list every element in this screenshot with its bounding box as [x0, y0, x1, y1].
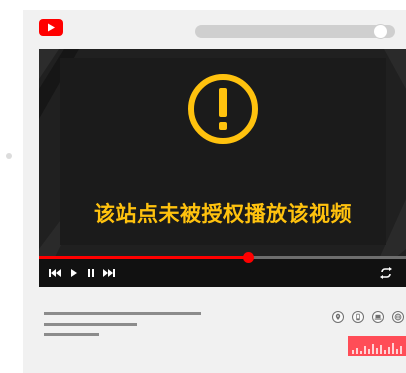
phone-icon[interactable] [352, 311, 364, 323]
globe-icon[interactable] [392, 311, 404, 323]
laptop-icon[interactable] [372, 311, 384, 323]
progress-fill [39, 256, 249, 259]
skip-back-icon[interactable] [48, 267, 62, 279]
search-bar[interactable] [195, 25, 395, 38]
play-icon[interactable] [69, 267, 79, 279]
description-line [44, 333, 99, 336]
search-button[interactable] [374, 25, 387, 38]
play-logo-icon[interactable] [39, 19, 63, 36]
location-pin-icon[interactable] [332, 311, 344, 323]
progress-bar[interactable] [39, 256, 406, 259]
repeat-icon[interactable] [379, 267, 393, 279]
unauthorized-message: 该站点未被授权播放该视频 [94, 203, 352, 226]
equalizer-icon [352, 343, 402, 354]
pause-icon[interactable] [86, 267, 96, 279]
description-line [44, 323, 137, 326]
progress-handle[interactable] [242, 252, 254, 263]
video-player[interactable]: 该站点未被授权播放该视频 [39, 49, 406, 287]
decorative-dot [6, 153, 12, 159]
skip-forward-icon[interactable] [102, 267, 116, 279]
exclamation-circle-icon [188, 74, 258, 144]
unauthorized-message-panel: 该站点未被授权播放该视频 [60, 58, 386, 245]
description-line [44, 312, 201, 315]
audio-equalizer [348, 336, 406, 356]
